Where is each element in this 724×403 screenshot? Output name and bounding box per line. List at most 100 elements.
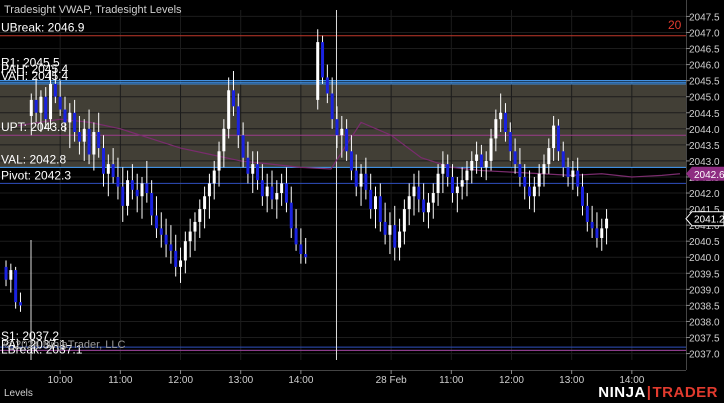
y-tick-label: 2043.5 (689, 141, 720, 152)
candle-body (354, 170, 358, 187)
candle-body (422, 199, 426, 213)
candle-body (212, 170, 216, 184)
candle-body (566, 167, 570, 177)
candle-body (18, 302, 22, 306)
candle-body (58, 96, 62, 110)
x-tick-label: 11:00 (108, 375, 133, 386)
candle-body (373, 196, 377, 210)
x-tick-label: 10:00 (48, 375, 73, 386)
candle-body (585, 205, 589, 222)
candle-body (451, 176, 455, 194)
level-label: Pivot: 2042.3 (1, 168, 71, 182)
candle-body (330, 93, 334, 120)
candle-body (68, 112, 72, 123)
level-label: UPT: 2043.8 (1, 120, 67, 134)
candle-body (475, 154, 479, 161)
candle-body (203, 196, 207, 210)
brand-trader: TRADER (652, 384, 718, 401)
candle-body (126, 180, 130, 206)
brand-divider: | (646, 384, 652, 401)
candle-body (159, 228, 163, 235)
x-tick-label: 11:00 (439, 375, 464, 386)
candle-body (600, 228, 604, 238)
candle-body (595, 228, 599, 238)
candle-body (92, 132, 96, 155)
candle-body (503, 112, 507, 133)
candle-body (77, 132, 81, 142)
candle-body (294, 228, 298, 245)
candle-body (508, 132, 512, 152)
y-tick-label: 2040.0 (689, 253, 720, 264)
candle-body (227, 90, 231, 129)
candle-body (164, 234, 168, 245)
y-tick-label: 2046.0 (689, 61, 720, 72)
candle-body (542, 164, 546, 174)
candle-body (304, 254, 308, 258)
candle-body (260, 180, 264, 197)
candle-body (73, 112, 77, 133)
candle-body (455, 186, 459, 194)
candle-body (523, 176, 527, 187)
candle-body (246, 157, 250, 174)
chart-tab-levels[interactable]: Levels (4, 388, 33, 399)
candle-body (571, 170, 575, 177)
candle-body (556, 125, 560, 152)
candle-body (383, 221, 387, 235)
candle-body (590, 221, 594, 229)
candle-body (499, 112, 503, 120)
candle-body (4, 266, 8, 280)
y-tick-label: 2037.0 (689, 350, 720, 361)
vwap-price-label: 2042.6 (694, 170, 724, 181)
candle-body (198, 209, 202, 222)
y-tick-label: 2043.0 (689, 157, 720, 168)
candle-body (532, 186, 536, 197)
candle-body (111, 164, 115, 177)
y-tick-label: 2042.0 (689, 189, 720, 200)
candle-body (121, 186, 125, 206)
candle-body (605, 218, 609, 229)
chart-window[interactable]: UBreak: 2046.9 R1: 2045.5 PAH: 2045.4 VAH: … (0, 0, 724, 403)
candle-body (412, 186, 416, 197)
y-tick-label: 2038.5 (689, 301, 720, 312)
candle-body (518, 164, 522, 177)
y-tick-label: 2040.5 (689, 237, 720, 248)
candle-body (135, 189, 139, 197)
candle-body (251, 164, 255, 174)
candle-body (280, 183, 284, 194)
candle-body (431, 193, 435, 203)
candle-body (436, 173, 440, 194)
candle-body (207, 183, 211, 197)
candle-body (378, 196, 382, 222)
candle-body (174, 250, 178, 267)
candle-body (270, 186, 274, 200)
y-tick-label: 2039.0 (689, 285, 720, 296)
candle-body (547, 148, 551, 165)
candle-body (441, 164, 445, 174)
brand-ninja: NINJA (598, 384, 646, 401)
candle-body (552, 125, 556, 149)
candle-body (364, 173, 368, 190)
candle-body (349, 151, 353, 171)
candle-body (183, 241, 187, 261)
copyright-text: © 2024 NinjaTrader, LLC (4, 339, 126, 351)
candle-body (217, 151, 221, 171)
candle-body (9, 270, 13, 280)
candle-body (359, 173, 363, 187)
y-tick-label: 2047.5 (689, 12, 720, 23)
candle-body (388, 225, 392, 235)
candle-body (49, 83, 53, 120)
candle-body (188, 231, 192, 242)
y-tick-label: 2039.5 (689, 269, 720, 280)
candle-body (154, 215, 158, 229)
candle-body (222, 128, 226, 152)
candle-body (193, 221, 197, 232)
x-tick-label: 12:00 (499, 375, 524, 386)
candle-body (407, 196, 411, 210)
candle-body (256, 164, 260, 181)
candle-body (325, 77, 329, 94)
candle-body (402, 209, 406, 232)
candle-body (29, 99, 33, 116)
ninjatrader-logo: NINJA|TRADER (598, 384, 718, 401)
level-label: UBreak: 2046.9 (1, 21, 85, 35)
candle-body (335, 119, 339, 136)
